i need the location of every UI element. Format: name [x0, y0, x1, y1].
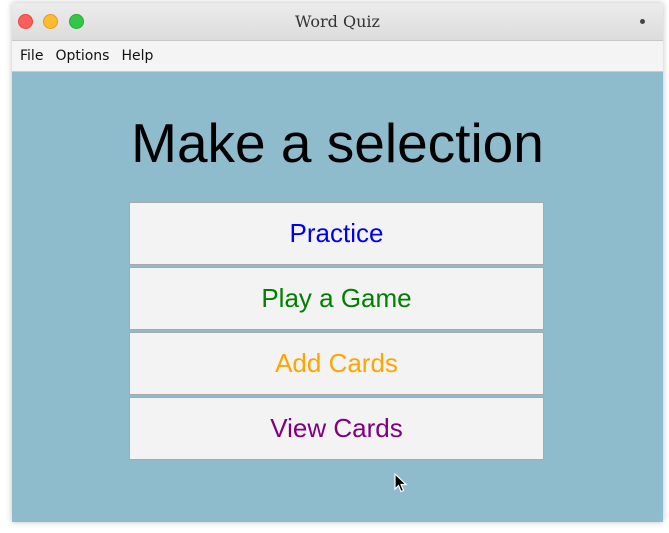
window-title: Word Quiz: [295, 12, 380, 31]
add-cards-button[interactable]: Add Cards: [129, 332, 544, 395]
app-window: Word Quiz File Options Help Make a selec…: [12, 3, 663, 522]
selection-buttons: Practice Play a Game Add Cards View Card…: [129, 202, 544, 462]
window-options-dot-icon[interactable]: [640, 19, 645, 24]
menu-help[interactable]: Help: [121, 48, 157, 64]
view-cards-button[interactable]: View Cards: [129, 397, 544, 460]
play-game-button[interactable]: Play a Game: [129, 267, 544, 330]
page-heading: Make a selection: [131, 112, 544, 174]
menu-file[interactable]: File: [20, 48, 47, 64]
practice-button[interactable]: Practice: [129, 202, 544, 265]
menu-bar: File Options Help: [12, 41, 663, 72]
menu-options[interactable]: Options: [55, 48, 113, 64]
mouse-pointer-icon: [394, 473, 408, 493]
title-bar[interactable]: Word Quiz: [12, 3, 663, 41]
